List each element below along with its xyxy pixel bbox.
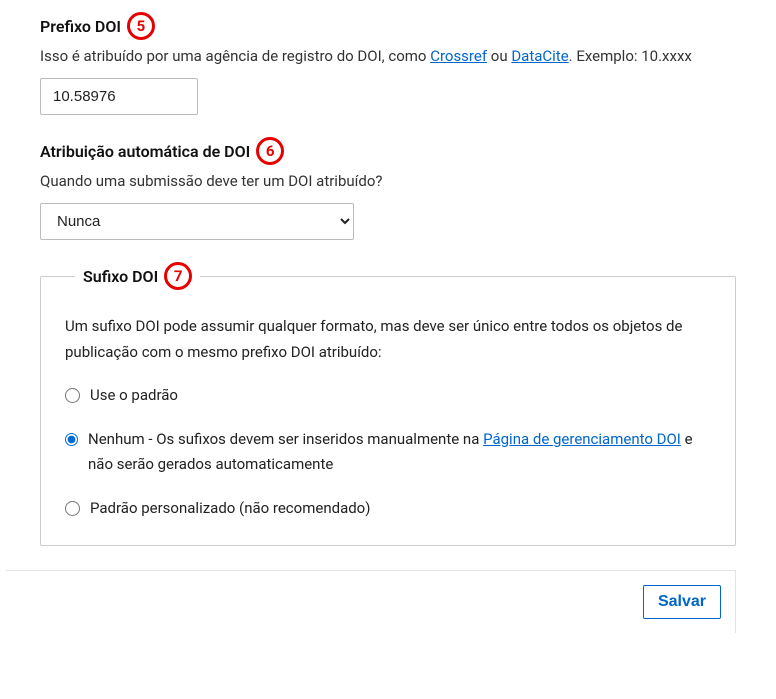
prefix-help: Isso é atribuído por uma agência de regi… [40, 44, 736, 68]
suffix-option-custom[interactable]: Padrão personalizado (não recomendado) [65, 496, 711, 522]
suffix-option-custom-label: Padrão personalizado (não recomendado) [90, 496, 370, 522]
suffix-option-default[interactable]: Use o padrão [65, 383, 711, 409]
suffix-radio-none[interactable] [65, 432, 78, 447]
suffix-option-none-label: Nenhum - Os sufixos devem ser inseridos … [88, 427, 711, 478]
auto-assign-label-row: Atribuição automática de DOI 6 [40, 137, 736, 165]
doi-management-link[interactable]: Página de gerenciamento DOI [483, 430, 681, 448]
datacite-link[interactable]: DataCite [511, 47, 568, 65]
prefix-help-text-2: ou [487, 47, 511, 65]
prefix-input[interactable] [40, 78, 198, 115]
prefix-section: Prefixo DOI 5 Isso é atribuído por uma a… [40, 12, 736, 115]
annotation-7: 7 [164, 262, 192, 290]
auto-assign-section: Atribuição automática de DOI 6 Quando um… [40, 137, 736, 240]
prefix-label-row: Prefixo DOI 5 [40, 12, 736, 40]
auto-assign-label: Atribuição automática de DOI [40, 142, 250, 161]
save-button[interactable]: Salvar [643, 585, 721, 619]
suffix-option-none[interactable]: Nenhum - Os sufixos devem ser inseridos … [65, 427, 711, 478]
suffix-label: Sufixo DOI [83, 267, 158, 286]
prefix-help-text-1: Isso é atribuído por uma agência de regi… [40, 47, 430, 65]
auto-assign-select[interactable]: Nunca [40, 203, 354, 240]
footer: Salvar [6, 570, 736, 633]
suffix-radio-custom[interactable] [65, 501, 80, 516]
suffix-legend: Sufixo DOI 7 [75, 262, 200, 290]
auto-assign-help: Quando uma submissão deve ter um DOI atr… [40, 169, 736, 193]
suffix-radio-default[interactable] [65, 388, 80, 403]
prefix-label: Prefixo DOI [40, 17, 121, 36]
annotation-5: 5 [127, 12, 155, 40]
suffix-option-default-label: Use o padrão [90, 383, 178, 409]
prefix-help-text-3: . Exemplo: 10.xxxx [569, 47, 692, 65]
annotation-6: 6 [256, 137, 284, 165]
suffix-help: Um sufixo DOI pode assumir qualquer form… [65, 314, 711, 365]
crossref-link[interactable]: Crossref [430, 47, 487, 65]
suffix-fieldset: Sufixo DOI 7 Um sufixo DOI pode assumir … [40, 262, 736, 546]
suffix-option-none-before: Nenhum - Os sufixos devem ser inseridos … [88, 430, 483, 448]
